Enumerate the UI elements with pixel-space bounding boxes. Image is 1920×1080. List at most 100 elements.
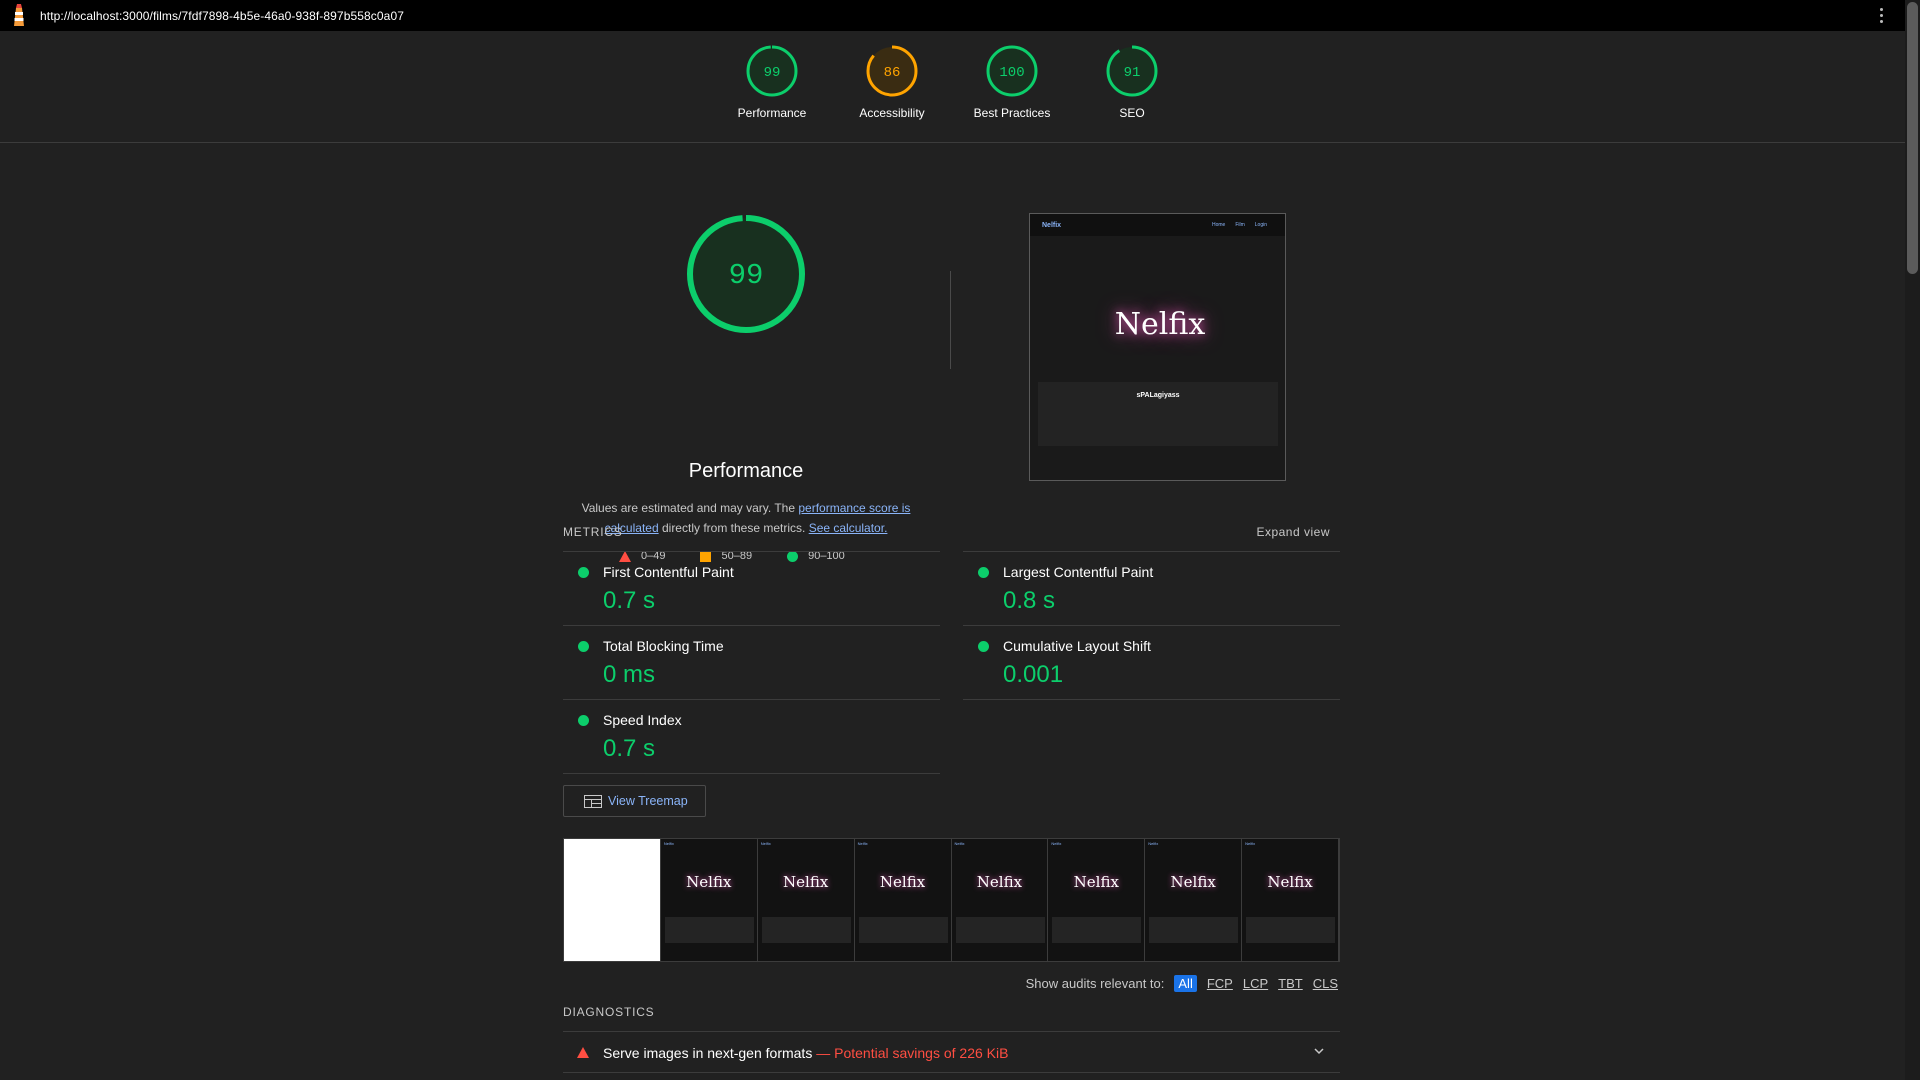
audit-title-text: Serve images in next-gen formats <box>603 1045 813 1061</box>
metric-cls: Cumulative Layout Shift 0.001 <box>963 625 1340 699</box>
gauge-best-practices[interactable]: 100 Best Practices <box>952 45 1072 120</box>
url-bar: http://localhost:3000/films/7fdf7898-4b5… <box>0 0 1905 31</box>
gauge-label: Performance <box>737 106 807 120</box>
frame-brand: Nelfix <box>1245 841 1256 846</box>
gauge-ring: 91 <box>1106 45 1158 97</box>
page-url: http://localhost:3000/films/7fdf7898-4b5… <box>40 8 404 23</box>
frame-logo: Nelfix <box>686 873 732 891</box>
metrics-header: METRICS Expand view <box>563 525 1340 539</box>
gauge-ring: 100 <box>986 45 1038 97</box>
treemap-icon <box>584 794 602 808</box>
screenshot-logo: Nelfix <box>1114 306 1206 342</box>
final-screenshot[interactable]: Nelfix Home Film Login Nelfix sPALagiyas… <box>1029 213 1286 481</box>
frame-logo: Nelfix <box>1267 873 1313 891</box>
frame-brand: Nelfix <box>1148 841 1159 846</box>
lighthouse-icon <box>10 3 28 28</box>
metric-tbt: Total Blocking Time 0 ms <box>563 625 940 699</box>
frame-card <box>1246 917 1336 943</box>
metric-divider <box>563 773 940 774</box>
desc-text: Values are estimated and may vary. The <box>581 501 799 515</box>
gauge-seo[interactable]: 91 SEO <box>1072 45 1192 120</box>
vertical-divider <box>950 271 951 369</box>
gauge-score: 100 <box>999 65 1024 81</box>
metric-value: 0.001 <box>1003 661 1064 688</box>
metric-si: Speed Index 0.7 s <box>563 699 940 773</box>
filmstrip: Nelfix Nelfix Nelfix Nelfix Nelfix Nelfix Nelf… <box>563 838 1340 962</box>
performance-title: Performance <box>688 460 804 482</box>
filmstrip-frame: Nelfix Nelfix <box>1048 839 1146 961</box>
frame-card <box>1149 917 1239 943</box>
filmstrip-frame: Nelfix Nelfix <box>1145 839 1243 961</box>
pass-circle-icon <box>578 641 589 652</box>
filter-cls[interactable]: CLS <box>1313 976 1338 991</box>
filter-tbt[interactable]: TBT <box>1278 976 1303 991</box>
gauge-accessibility[interactable]: 86 Accessibility <box>832 45 952 120</box>
performance-score-gauge: 99 <box>685 213 807 335</box>
fail-triangle-icon <box>577 1047 589 1058</box>
frame-card <box>955 917 1045 943</box>
filmstrip-frame: Nelfix Nelfix <box>854 839 952 961</box>
gauge-label: Accessibility <box>859 106 925 120</box>
gauge-label: SEO <box>1119 106 1145 120</box>
metric-name: Total Blocking Time <box>603 638 724 654</box>
filter-lcp[interactable]: LCP <box>1243 976 1268 991</box>
screenshot-film-card: sPALagiyass <box>1038 382 1278 446</box>
audit-title: Serve images in next-gen formats — Poten… <box>603 1045 1008 1061</box>
metric-name: Cumulative Layout Shift <box>1003 638 1151 654</box>
filmstrip-frame: Nelfix Nelfix <box>1242 839 1339 961</box>
frame-card <box>1052 917 1142 943</box>
frame-logo: Nelfix <box>783 873 829 891</box>
pass-circle-icon <box>978 567 989 578</box>
filter-fcp[interactable]: FCP <box>1207 976 1233 991</box>
gauge-score: 91 <box>1124 65 1141 81</box>
metric-name: First Contentful Paint <box>603 564 734 580</box>
chevron-down-icon[interactable] <box>1312 1044 1326 1058</box>
screenshot-brand: Nelfix <box>1042 222 1062 229</box>
pass-circle-icon <box>978 641 989 652</box>
screenshot-film-title: sPALagiyass <box>1136 392 1180 399</box>
frame-logo: Nelfix <box>879 873 926 891</box>
metric-lcp: Largest Contentful Paint 0.8 s <box>963 551 1340 625</box>
pass-circle-icon <box>578 715 589 726</box>
metric-value: 0.7 s <box>603 735 656 762</box>
screenshot-link: Login <box>1254 222 1267 228</box>
category-summary-header: 99 Performance 86 Accessibility 100 Best Prac… <box>0 31 1905 143</box>
scrollbar[interactable] <box>1905 0 1920 1080</box>
view-treemap-button[interactable]: View Treemap <box>563 785 706 817</box>
filter-all[interactable]: All <box>1174 975 1197 992</box>
frame-logo: Nelfix <box>1170 873 1216 891</box>
metric-name: Largest Contentful Paint <box>1003 564 1154 580</box>
gauge-ring: 86 <box>866 45 918 97</box>
frame-brand: Nelfix <box>760 841 771 846</box>
frame-card <box>858 917 948 943</box>
metric-value: 0.8 s <box>1003 587 1056 614</box>
frame-card <box>761 917 851 943</box>
metric-value: 0.7 s <box>603 587 656 614</box>
gauge-performance[interactable]: 99 Performance <box>712 45 832 120</box>
frame-brand: Nelfix <box>1051 841 1062 846</box>
performance-score-value: 99 <box>729 259 764 292</box>
filmstrip-frame: Nelfix Nelfix <box>951 839 1049 961</box>
filmstrip-frame: Nelfix Nelfix <box>757 839 855 961</box>
frame-card <box>664 917 754 943</box>
metric-value: 0 ms <box>603 661 656 688</box>
pass-circle-icon <box>578 567 589 578</box>
audits-filter: Show audits relevant to: All FCP LCP TBT… <box>1026 975 1338 992</box>
audit-next-gen-images[interactable]: Serve images in next-gen formats — Poten… <box>563 1031 1340 1073</box>
view-treemap-label: View Treemap <box>608 794 688 808</box>
gauge-ring: 99 <box>746 45 798 97</box>
scrollbar-thumb[interactable] <box>1907 2 1918 274</box>
frame-logo: Nelfix <box>1073 873 1119 891</box>
metric-fcp: First Contentful Paint 0.7 s <box>563 551 940 625</box>
screenshot-navbar: Nelfix Home Film Login <box>1030 214 1285 236</box>
frame-brand: Nelfix <box>954 841 965 846</box>
diagnostics-heading: DIAGNOSTICS <box>563 1005 655 1019</box>
frame-brand: Nelfix <box>857 841 868 846</box>
more-options-icon[interactable] <box>1880 8 1883 23</box>
metric-divider <box>963 699 1340 700</box>
expand-view-toggle[interactable]: Expand view <box>1256 525 1340 539</box>
audits-filter-label: Show audits relevant to: <box>1025 976 1165 991</box>
frame-brand: Nelfix <box>663 841 674 846</box>
gauge-score: 99 <box>764 65 781 81</box>
screenshot-nav-links: Home Film Login <box>1212 222 1267 228</box>
